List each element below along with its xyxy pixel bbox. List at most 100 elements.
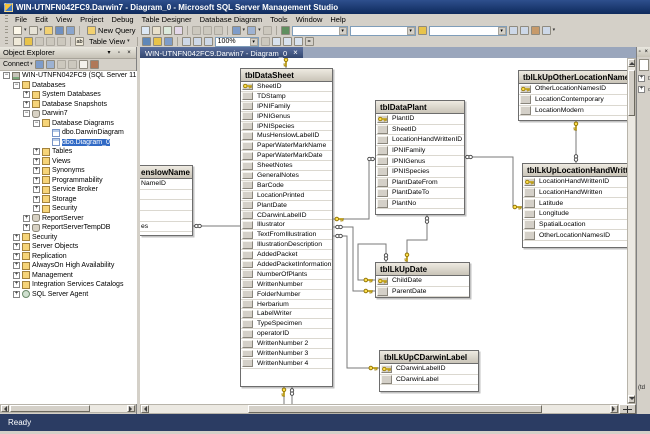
pin-icon[interactable]: ▫	[115, 49, 123, 57]
object-explorer-details-icon[interactable]	[531, 26, 540, 35]
column-row[interactable]: TypeSpecimen	[241, 319, 332, 329]
tree-item-synonyms[interactable]: +Synonyms	[0, 166, 137, 176]
column-row[interactable]	[140, 200, 192, 211]
column-row[interactable]: Latitude	[523, 198, 627, 209]
column-row[interactable]: SheetID	[241, 82, 332, 92]
column-row[interactable]: NameID	[140, 179, 192, 190]
tree-item-programmability[interactable]: +Programmability	[0, 176, 137, 186]
expand-icon[interactable]: +	[13, 262, 20, 269]
template-explorer-icon[interactable]	[520, 26, 529, 35]
generate-change-script-icon[interactable]	[13, 37, 22, 46]
relationship-off-canvas-top-tbldatasheet[interactable]	[284, 58, 288, 68]
add-related-tables-icon[interactable]	[153, 37, 162, 46]
column-row[interactable]: MusHenslowLabelID	[241, 131, 332, 141]
expand-icon[interactable]: +	[638, 75, 645, 82]
relationship-tbldataplant-tbllkuplocationhandwritten[interactable]	[465, 155, 522, 209]
expand-icon[interactable]: +	[33, 148, 40, 155]
column-row[interactable]: AddedPacketInformation	[241, 260, 332, 270]
window-layout-icon[interactable]	[542, 26, 551, 35]
column-row[interactable]: LocationContemporary	[519, 95, 627, 106]
new-query-button[interactable]: New Query	[84, 25, 139, 36]
column-row[interactable]: LocationPrinted	[241, 191, 332, 201]
tree-item-darwin7[interactable]: −Darwin7	[0, 109, 137, 119]
arrange-selection-icon[interactable]	[193, 37, 202, 46]
right-panel-item[interactable]: +Da	[638, 75, 650, 82]
relationship-partial-table-tbldatasheet[interactable]	[193, 224, 240, 227]
column-row[interactable]: Longitude	[523, 209, 627, 220]
expand-icon[interactable]: +	[23, 101, 30, 108]
connect-button[interactable]: Connect ▾	[3, 60, 33, 69]
save-all-icon[interactable]	[66, 26, 75, 35]
expand-icon[interactable]: +	[13, 234, 20, 241]
column-row[interactable]: PlantDateTo	[376, 188, 464, 199]
relationship-tbllkupotherlocationnames-tbllkuplocationhandwritten[interactable]	[574, 121, 578, 163]
column-row[interactable]: LocationHandWritten	[523, 188, 627, 199]
panel-thumbnail-icon[interactable]	[639, 59, 649, 71]
diagram-table-tbllkupdate[interactable]: tblLkUpDateChildDateParentDate	[375, 262, 470, 298]
tree-item-sql-server-agent[interactable]: +SQL Server Agent	[0, 290, 137, 300]
find-combo[interactable]: ▾	[429, 26, 507, 36]
disconnect-icon[interactable]	[35, 60, 44, 69]
expand-icon[interactable]: +	[13, 243, 20, 250]
diagram-vscrollbar[interactable]	[627, 58, 636, 404]
add-item-icon[interactable]	[29, 26, 38, 35]
column-row[interactable]: IllustrationDescription	[241, 240, 332, 250]
column-row[interactable]: IPNIGenus	[376, 156, 464, 167]
diagram-table-tbllkupcdarwinlabel[interactable]: tblLkUpCDarwinLabelCDarwinLabelIDCDarwin…	[379, 350, 479, 392]
diagram-table-tbldataplant[interactable]: tblDataPlantPlantIDSheetIDLocationHandWr…	[375, 100, 465, 215]
menu-project[interactable]: Project	[76, 14, 107, 25]
delete-icon[interactable]	[90, 60, 99, 69]
menu-tools[interactable]: Tools	[266, 14, 292, 25]
column-row[interactable]: WrittenNumber 4	[241, 359, 332, 369]
save-icon[interactable]	[55, 26, 64, 35]
tree-item-management[interactable]: +Management	[0, 271, 137, 281]
column-row[interactable]: Herbarium	[241, 300, 332, 310]
tree-item-security[interactable]: +Security	[0, 204, 137, 214]
menu-file[interactable]: File	[11, 14, 31, 25]
tree-item-reportservertempdb[interactable]: +ReportServerTempDB	[0, 223, 137, 233]
column-row[interactable]: SpatialLocation	[523, 220, 627, 231]
column-row[interactable]: es	[140, 222, 192, 233]
tab-close-icon[interactable]: ×	[293, 48, 298, 58]
expand-icon[interactable]: +	[33, 196, 40, 203]
tree-item-database-diagrams[interactable]: −Database Diagrams	[0, 119, 137, 129]
column-row[interactable]: IPNIFamily	[241, 102, 332, 112]
pin-icon[interactable]: ▫	[637, 48, 642, 56]
relationship-tbldatasheet-tbllkupcdarwinlabel[interactable]	[333, 234, 379, 370]
text-annotation-icon[interactable]: ab	[75, 37, 84, 46]
solution-platform-combo[interactable]: ▾	[350, 26, 416, 36]
column-row[interactable]: PlantNo	[376, 199, 464, 210]
column-row[interactable]: SheetNotes	[241, 161, 332, 171]
menu-help[interactable]: Help	[326, 14, 349, 25]
column-row[interactable]: CDarwinLabel	[380, 375, 478, 386]
relationship-tbldataplant-tbllkupdate[interactable]	[405, 215, 429, 262]
column-row[interactable]: GeneralNotes	[241, 171, 332, 181]
column-row[interactable]: LocationHandWrittenID	[523, 177, 627, 188]
relationship-tbldatasheet-tbllkupdate[interactable]	[333, 225, 375, 293]
column-row[interactable]: PlantDate	[241, 201, 332, 211]
right-panel-item[interactable]: +db	[638, 86, 650, 93]
debug-target-combo[interactable]: ▾	[292, 26, 348, 36]
column-row[interactable]: CDarwinLabelID	[241, 211, 332, 221]
expand-icon[interactable]: +	[23, 215, 30, 222]
collapse-icon[interactable]: −	[33, 120, 40, 127]
column-row[interactable]: AddedPacket	[241, 250, 332, 260]
expand-icon[interactable]: +	[13, 253, 20, 260]
expand-icon[interactable]: +	[33, 186, 40, 193]
tree-item-security[interactable]: +Security	[0, 233, 137, 243]
tree-item-replication[interactable]: +Replication	[0, 252, 137, 262]
column-row[interactable]: TextFromIllustration	[241, 230, 332, 240]
column-row[interactable]: OtherLocationNamesID	[523, 230, 627, 241]
expand-icon[interactable]: +	[33, 167, 40, 174]
debug-start-icon[interactable]	[281, 26, 290, 35]
tree-item-storage[interactable]: +Storage	[0, 195, 137, 205]
tree-item-views[interactable]: +Views	[0, 157, 137, 167]
registered-servers-icon[interactable]	[509, 26, 518, 35]
expand-icon[interactable]: +	[13, 281, 20, 288]
arrange-tables-icon[interactable]	[204, 37, 213, 46]
tree-item-dbo-darwindiagram[interactable]: dbo.DarwinDiagram	[0, 128, 137, 138]
column-row[interactable]: Illustrator	[241, 220, 332, 230]
recalculate-page-breaks-icon[interactable]	[283, 37, 292, 46]
menu-database-diagram[interactable]: Database Diagram	[196, 14, 267, 25]
collapse-icon[interactable]: −	[23, 110, 30, 117]
